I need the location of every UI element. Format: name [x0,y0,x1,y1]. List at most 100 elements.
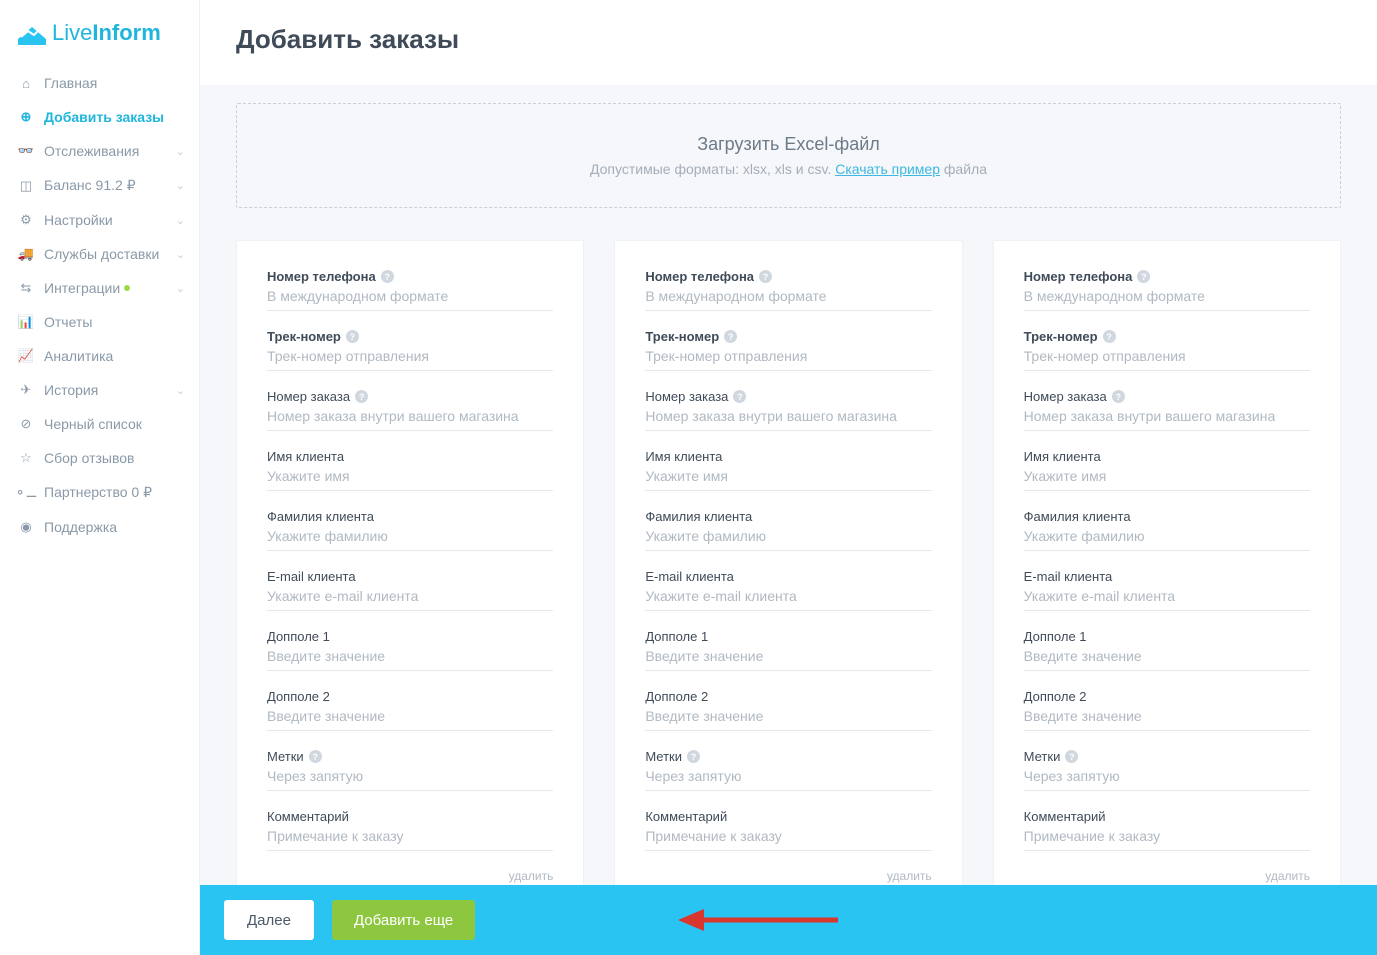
field-input[interactable] [1024,826,1310,846]
help-icon[interactable]: ? [1137,270,1150,283]
field-input[interactable] [645,646,931,666]
field-input[interactable] [267,766,553,786]
field-input[interactable] [645,286,931,306]
help-icon[interactable]: ? [759,270,772,283]
delete-card-link[interactable]: удалить [645,869,931,883]
download-example-link[interactable]: Скачать пример [835,161,940,177]
help-icon[interactable]: ? [355,390,368,403]
upload-zone[interactable]: Загрузить Excel-файл Допустимые форматы:… [236,103,1341,208]
field-input[interactable] [645,466,931,486]
sidebar-item-partnership[interactable]: ⚬⚊ Партнерство 0 ₽ [0,475,199,510]
sidebar-item-label: Сбор отзывов [44,450,134,466]
form-field: Фамилия клиента [267,509,553,551]
form-field: Допполе 2 [1024,689,1310,731]
sidebar-item-tracking[interactable]: 👓 Отслеживания ⌄ [0,134,199,168]
field-input[interactable] [1024,646,1310,666]
field-input[interactable] [1024,526,1310,546]
field-input[interactable] [1024,346,1310,366]
field-input[interactable] [1024,286,1310,306]
sidebar-item-integrations[interactable]: ⇆ Интеграции ⌄ [0,271,199,305]
sidebar-item-label: Добавить заказы [44,109,164,125]
puzzle-icon: ⇆ [18,280,34,296]
field-label: Трек-номер? [267,329,553,344]
field-input[interactable] [645,706,931,726]
share-icon: ⚬⚊ [18,485,34,501]
sidebar-item-label: Службы доставки [44,246,159,262]
sidebar-item-reviews[interactable]: ☆ Сбор отзывов [0,441,199,475]
sidebar-item-analytics[interactable]: 📈 Аналитика [0,339,199,373]
field-label: Номер телефона? [1024,269,1310,284]
field-input[interactable] [645,346,931,366]
logo[interactable]: LiveInform [0,10,199,66]
next-button[interactable]: Далее [224,900,314,940]
field-input[interactable] [267,466,553,486]
help-icon[interactable]: ? [724,330,737,343]
field-input[interactable] [645,586,931,606]
help-icon[interactable]: ? [1065,750,1078,763]
help-icon[interactable]: ? [1103,330,1116,343]
sidebar-item-add-orders[interactable]: ⊕ Добавить заказы [0,100,199,134]
sidebar-item-reports[interactable]: 📊 Отчеты [0,305,199,339]
truck-icon: 🚚 [18,246,34,262]
delete-card-link[interactable]: удалить [267,869,553,883]
field-input[interactable] [267,406,553,426]
field-input[interactable] [267,586,553,606]
form-field: Метки? [1024,749,1310,791]
field-label: Метки? [267,749,553,764]
field-input[interactable] [1024,466,1310,486]
field-input[interactable] [267,346,553,366]
field-label: Комментарий [1024,809,1310,824]
sidebar-item-label: Аналитика [44,348,113,364]
sidebar-item-blacklist[interactable]: ⊘ Черный список [0,407,199,441]
field-label: Допполе 2 [267,689,553,704]
form-field: Метки? [645,749,931,791]
content-area: Загрузить Excel-файл Допустимые форматы:… [200,85,1377,954]
form-field: Фамилия клиента [645,509,931,551]
sidebar-item-balance[interactable]: ◫ Баланс 91.2 ₽ ⌄ [0,168,199,203]
field-input[interactable] [267,826,553,846]
help-icon[interactable]: ? [309,750,322,763]
delete-card-link[interactable]: удалить [1024,869,1310,883]
logo-text-1: Live [52,20,92,45]
field-input[interactable] [267,526,553,546]
logo-text-2: Inform [92,20,160,45]
sidebar-item-support[interactable]: ◉ Поддержка [0,510,199,544]
form-field: E-mail клиента [267,569,553,611]
add-more-button[interactable]: Добавить еще [332,900,475,940]
field-input[interactable] [1024,406,1310,426]
field-label: Фамилия клиента [1024,509,1310,524]
field-input[interactable] [267,646,553,666]
field-input[interactable] [645,826,931,846]
field-input[interactable] [1024,586,1310,606]
help-icon[interactable]: ? [687,750,700,763]
home-icon: ⌂ [18,76,34,91]
help-icon[interactable]: ? [733,390,746,403]
field-input[interactable] [1024,706,1310,726]
plus-circle-icon: ⊕ [18,109,34,125]
help-icon[interactable]: ? [1112,390,1125,403]
sidebar-item-settings[interactable]: ⚙ Настройки ⌄ [0,203,199,237]
help-icon[interactable]: ? [346,330,359,343]
chevron-down-icon: ⌄ [176,384,185,397]
field-label: Допполе 1 [1024,629,1310,644]
field-label: Номер заказа? [645,389,931,404]
field-input[interactable] [1024,766,1310,786]
field-input[interactable] [645,766,931,786]
field-input[interactable] [645,406,931,426]
field-input[interactable] [267,706,553,726]
chevron-down-icon: ⌄ [176,179,185,192]
sidebar-item-home[interactable]: ⌂ Главная [0,66,199,100]
form-field: Номер телефона? [267,269,553,311]
field-input[interactable] [645,526,931,546]
sidebar-item-label: История [44,382,98,398]
bottom-bar: Далее Добавить еще [200,885,1377,955]
field-label: Имя клиента [645,449,931,464]
sidebar-item-delivery[interactable]: 🚚 Службы доставки ⌄ [0,237,199,271]
field-label: Номер телефона? [267,269,553,284]
upload-title: Загрузить Excel-файл [257,134,1320,155]
sidebar-item-label: Черный список [44,416,142,432]
binoculars-icon: 👓 [18,143,34,159]
field-input[interactable] [267,286,553,306]
help-icon[interactable]: ? [381,270,394,283]
sidebar-item-history[interactable]: ✈ История ⌄ [0,373,199,407]
